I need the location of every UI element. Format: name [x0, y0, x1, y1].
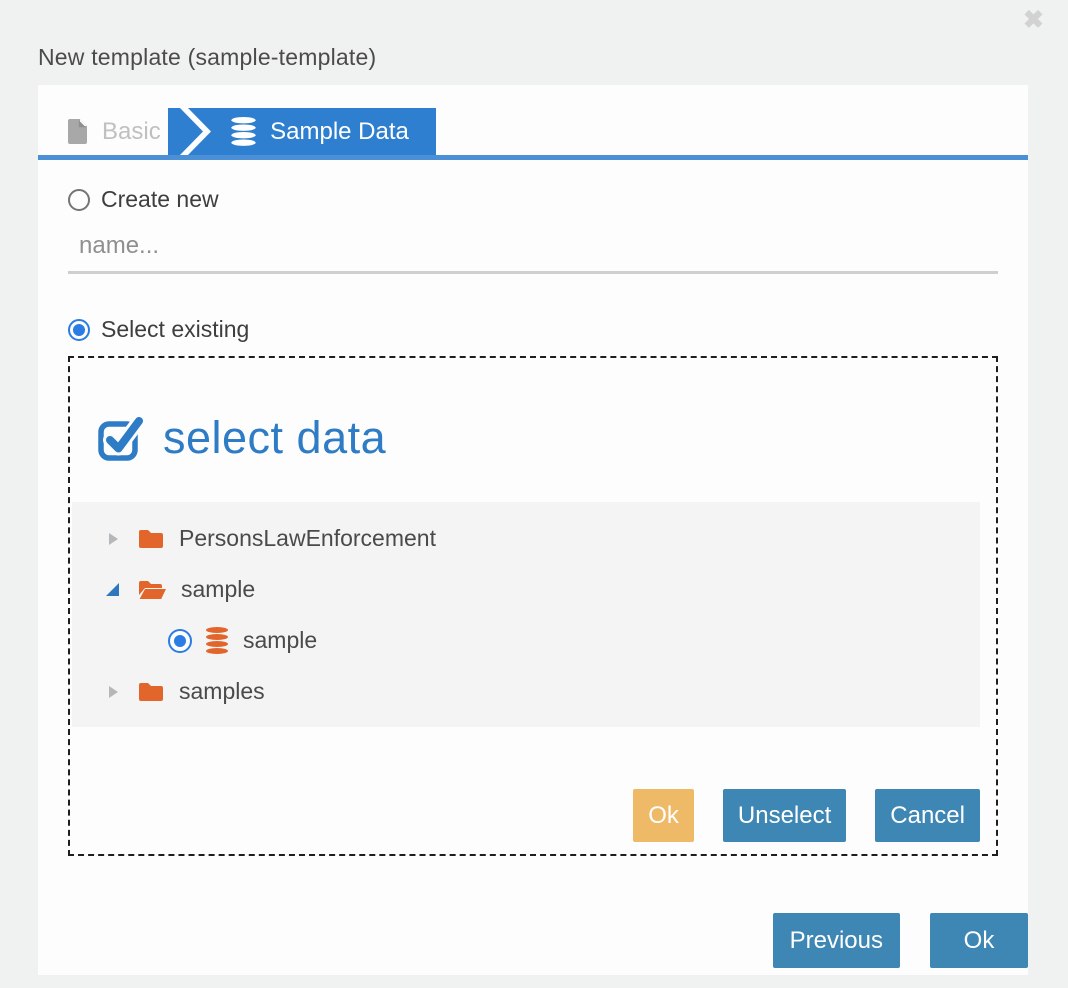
create-new-label: Create new — [101, 186, 219, 213]
dialog-title: New template (sample-template) — [38, 44, 376, 71]
previous-button[interactable]: Previous — [773, 913, 900, 968]
chevron-right-icon[interactable] — [106, 685, 120, 699]
wizard-ok-button[interactable]: Ok — [930, 913, 1028, 968]
name-input[interactable] — [68, 223, 998, 274]
tree-item-sample-data[interactable]: sample — [72, 615, 980, 666]
tab-basic-label: Basic — [102, 118, 161, 146]
tree-item-sample-folder[interactable]: sample — [72, 564, 980, 615]
tree-item-samples[interactable]: samples — [72, 666, 980, 717]
select-data-button-row: Ok Unselect Cancel — [70, 789, 980, 842]
tab-bar: Basic Sample Data — [38, 85, 1028, 160]
database-icon — [205, 627, 229, 654]
tab-sample-data[interactable]: Sample Data — [168, 108, 436, 155]
tree-item-label[interactable]: PersonsLawEnforcement — [179, 525, 436, 552]
tree-item-label[interactable]: sample — [243, 627, 317, 654]
radio-create-new[interactable]: Create new — [68, 186, 998, 213]
check-square-icon — [97, 415, 146, 462]
radio-select-existing[interactable]: Select existing — [68, 316, 998, 343]
folder-icon — [137, 528, 165, 550]
cancel-button[interactable]: Cancel — [875, 789, 980, 842]
tab-content: Create new Select existing select data — [38, 186, 1028, 856]
tree-radio-selected[interactable] — [168, 629, 192, 653]
radio-button-selected[interactable] — [68, 319, 90, 341]
folder-icon — [137, 681, 165, 703]
tree-item-label[interactable]: samples — [179, 678, 265, 705]
chevron-right-icon[interactable] — [106, 532, 120, 546]
tab-basic[interactable]: Basic — [68, 108, 161, 155]
close-icon[interactable]: ✖ — [1023, 8, 1044, 33]
select-existing-label: Select existing — [101, 316, 249, 343]
tree-item-personslawenforcement[interactable]: PersonsLawEnforcement — [72, 513, 980, 564]
unselect-button[interactable]: Unselect — [723, 789, 846, 842]
data-tree: PersonsLawEnforcement sample — [72, 502, 980, 727]
select-data-container: select data PersonsLawEnforcement — [68, 356, 998, 856]
wizard-footer-buttons: Previous Ok — [773, 913, 1028, 968]
ok-button[interactable]: Ok — [633, 789, 694, 842]
tab-arrow-decoration — [168, 108, 214, 155]
database-icon — [230, 117, 257, 146]
folder-open-icon — [137, 579, 167, 601]
select-data-header: select data — [97, 412, 996, 464]
active-tab-underline — [38, 155, 1028, 160]
file-icon — [68, 119, 89, 144]
radio-button-unselected[interactable] — [68, 189, 90, 211]
select-data-title: select data — [163, 412, 386, 464]
tree-item-label[interactable]: sample — [181, 576, 255, 603]
dialog-panel: Basic Sample Data Create new — [38, 85, 1028, 975]
chevron-expanded-icon[interactable] — [106, 583, 120, 597]
tab-sample-data-label: Sample Data — [270, 118, 409, 146]
